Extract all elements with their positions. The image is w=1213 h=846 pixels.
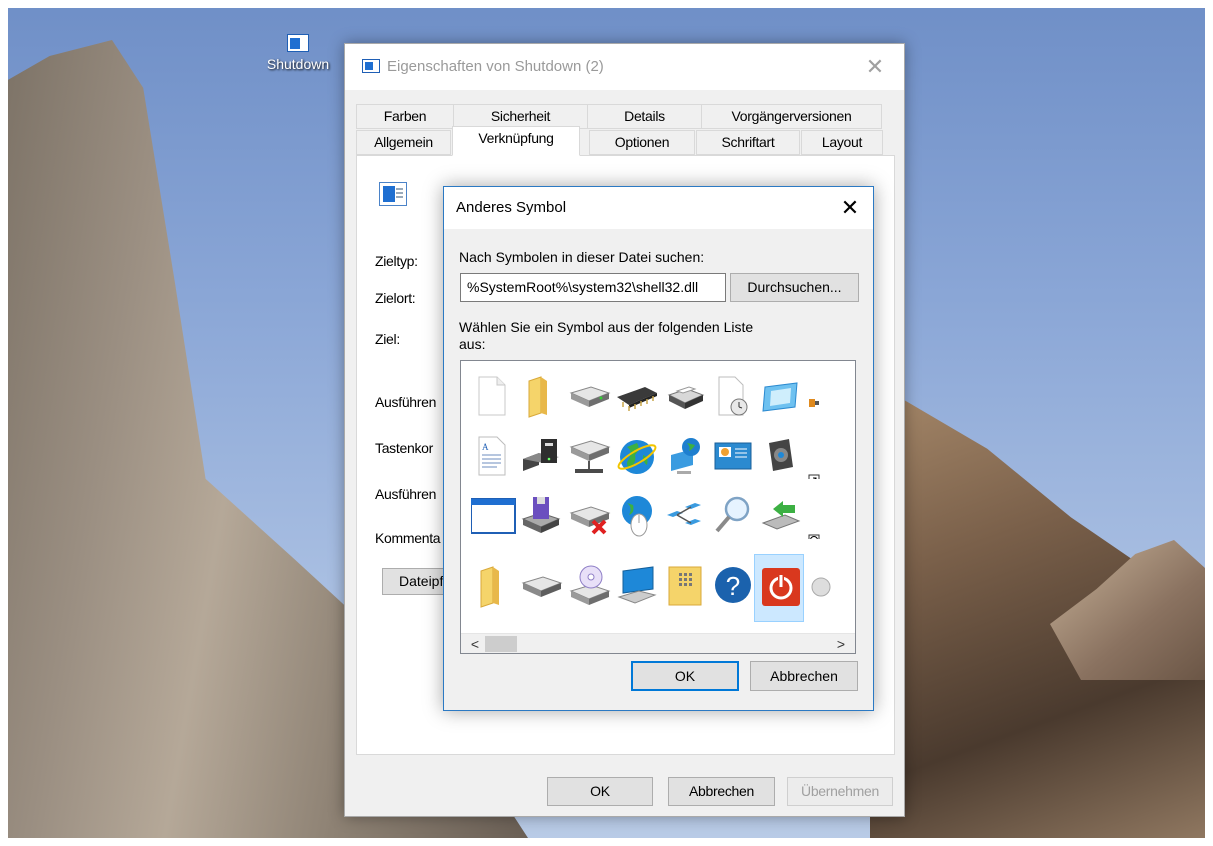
folder-icon[interactable] [515, 365, 563, 425]
tab-vorgaengerversionen[interactable]: Vorgängerversionen [701, 104, 882, 129]
properties-titlebar[interactable]: Eigenschaften von Shutdown (2) ✕ [345, 44, 904, 90]
dateipfad-button[interactable]: Dateipfad [382, 568, 452, 595]
desktop-shortcut-label: Shutdown [266, 56, 330, 72]
shortcut-arrow-icon[interactable] [803, 425, 851, 485]
icon-list-scrollbar[interactable]: < > [461, 633, 855, 653]
text-document-icon[interactable]: A [467, 425, 515, 485]
tab-allgemein[interactable]: Allgemein [356, 130, 451, 155]
clock-badge-icon[interactable] [803, 485, 851, 545]
partial-icon[interactable] [803, 365, 851, 425]
printer-icon[interactable] [659, 365, 707, 425]
search-label: Nach Symbolen in dieser Datei suchen: [459, 249, 705, 265]
scrollbar-thumb[interactable] [485, 636, 517, 652]
tastenkombination-label: Tastenkor [375, 440, 433, 456]
window-icon [379, 182, 407, 206]
network-icon[interactable] [659, 485, 707, 545]
ziel-label: Ziel: [375, 331, 400, 347]
ausfuehren-label: Ausführen [375, 486, 437, 502]
window-icon[interactable] [467, 485, 516, 545]
tab-layout[interactable]: Layout [801, 130, 883, 155]
network-globe-icon[interactable] [659, 425, 707, 485]
usb-arrow-icon[interactable] [755, 485, 803, 545]
tab-optionen[interactable]: Optionen [589, 130, 695, 155]
blank-document-icon[interactable] [467, 365, 515, 425]
icon-file-path-input[interactable]: %SystemRoot%\system32\shell32.dll [460, 273, 726, 302]
ausfuehren-in-label: Ausführen [375, 394, 437, 410]
globe-mouse-icon[interactable] [611, 485, 659, 545]
memory-chip-icon[interactable] [611, 365, 659, 425]
cancel-button[interactable]: Abbrechen [668, 777, 775, 806]
monitor-icon[interactable] [611, 555, 659, 615]
dialog-title: Anderes Symbol [456, 199, 567, 216]
svg-text:A: A [482, 442, 489, 452]
tab-farben[interactable]: Farben [356, 104, 454, 129]
cd-drive-icon[interactable] [563, 555, 611, 615]
help-icon[interactable]: ? [707, 555, 755, 615]
partial-disc-icon[interactable] [803, 555, 851, 615]
folder-grid-icon[interactable] [659, 555, 707, 615]
zieltyp-label: Zieltyp: [375, 253, 418, 269]
chevron-left-icon[interactable]: < [465, 634, 485, 653]
drive-icon[interactable] [563, 365, 611, 425]
ok-button[interactable]: OK [547, 777, 653, 806]
close-icon[interactable]: ✕ [860, 52, 890, 82]
globe-icon[interactable] [611, 425, 659, 485]
tab-schriftart[interactable]: Schriftart [696, 130, 800, 155]
scheduled-document-icon[interactable] [707, 365, 755, 425]
icon-list-label-line2: aus: [459, 336, 486, 352]
dialog-titlebar[interactable]: Anderes Symbol ✕ [444, 187, 873, 229]
svg-text:?: ? [726, 571, 740, 601]
browse-button[interactable]: Durchsuchen... [730, 273, 859, 302]
computer-tower-icon[interactable] [515, 425, 563, 485]
dialog-cancel-button[interactable]: Abbrechen [750, 661, 858, 691]
desktop-shortcut[interactable]: Shutdown [258, 34, 338, 72]
chevron-right-icon[interactable]: > [831, 634, 851, 653]
search-icon[interactable] [707, 485, 755, 545]
window-icon [287, 34, 309, 52]
apply-button[interactable]: Übernehmen [787, 777, 893, 806]
disconnected-drive-icon[interactable] [563, 485, 611, 545]
network-drive-icon[interactable] [563, 425, 611, 485]
control-panel-icon[interactable] [707, 425, 755, 485]
folder-icon[interactable] [467, 555, 515, 615]
icon-list-label-line1: Wählen Sie ein Symbol aus der folgenden … [459, 319, 754, 335]
change-icon-dialog: Anderes Symbol ✕ Nach Symbolen in dieser… [443, 186, 874, 711]
properties-title: Eigenschaften von Shutdown (2) [387, 58, 604, 75]
power-icon[interactable] [754, 554, 804, 622]
icon-list[interactable]: A ? < > [460, 360, 856, 654]
dialog-ok-button[interactable]: OK [631, 661, 739, 691]
speaker-icon[interactable] [755, 425, 803, 485]
display-window-icon[interactable] [755, 365, 803, 425]
close-icon[interactable]: ✕ [835, 193, 865, 223]
removable-drive-icon[interactable] [515, 555, 563, 615]
kommentar-label: Kommenta [375, 530, 441, 546]
tab-verknuepfung[interactable]: Verknüpfung [452, 126, 580, 156]
floppy-drive-icon[interactable] [515, 485, 563, 545]
window-icon [362, 59, 380, 73]
zielort-label: Zielort: [375, 290, 416, 306]
tab-details[interactable]: Details [587, 104, 702, 129]
